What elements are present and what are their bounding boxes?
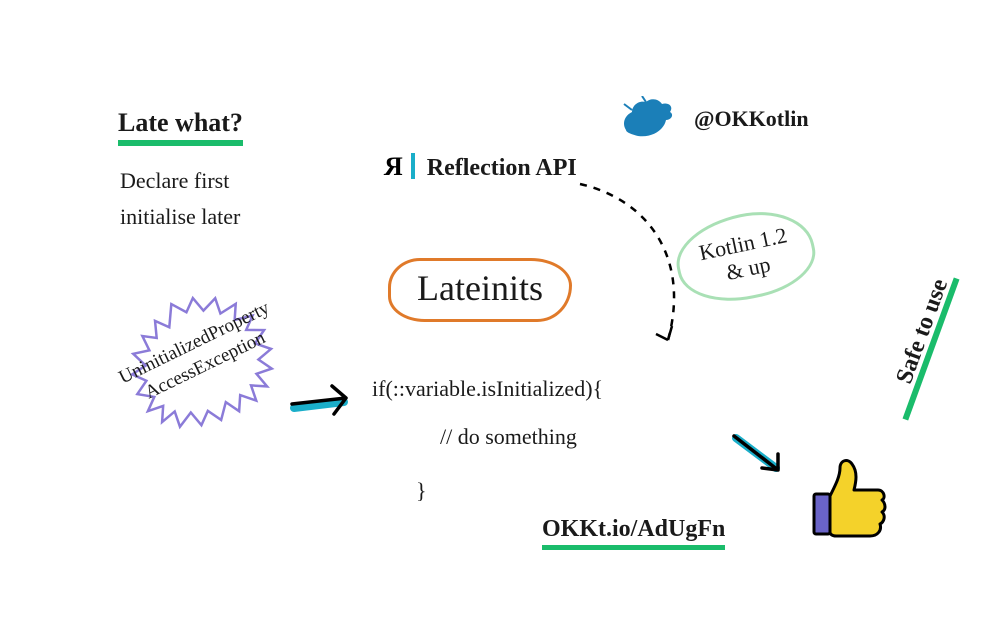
diagram-title-block: Late what? xyxy=(118,108,243,146)
handle-text: @OKKotlin xyxy=(694,106,809,132)
main-bubble: Lateinits xyxy=(388,258,572,322)
link-block[interactable]: OKKt.io/AdUgFn xyxy=(542,516,725,550)
code-line-1: if(::variable.isInitialized){ xyxy=(372,376,603,402)
version-bubble: Kotlin 1.2 & up xyxy=(676,214,815,299)
code-line-3: } xyxy=(416,478,427,504)
link-text[interactable]: OKKt.io/AdUgFn xyxy=(542,516,725,550)
arrow-to-thumb-icon xyxy=(728,428,798,488)
reflection-label-block: R Reflection API xyxy=(384,152,577,182)
reflection-text: Reflection API xyxy=(427,155,577,181)
thumbs-up-icon xyxy=(808,454,896,542)
cyan-divider xyxy=(411,153,415,179)
arrow-right-icon xyxy=(288,380,368,430)
main-bubble-text: Lateinits xyxy=(388,258,572,322)
code-line-2: // do something xyxy=(440,424,577,450)
subtitle-line-2: initialise later xyxy=(120,200,240,233)
twitter-icon xyxy=(618,96,678,144)
subtitle-line-1: Declare first xyxy=(120,164,229,197)
title-text: Late what? xyxy=(118,108,243,146)
mirror-r-icon: R xyxy=(384,152,403,182)
